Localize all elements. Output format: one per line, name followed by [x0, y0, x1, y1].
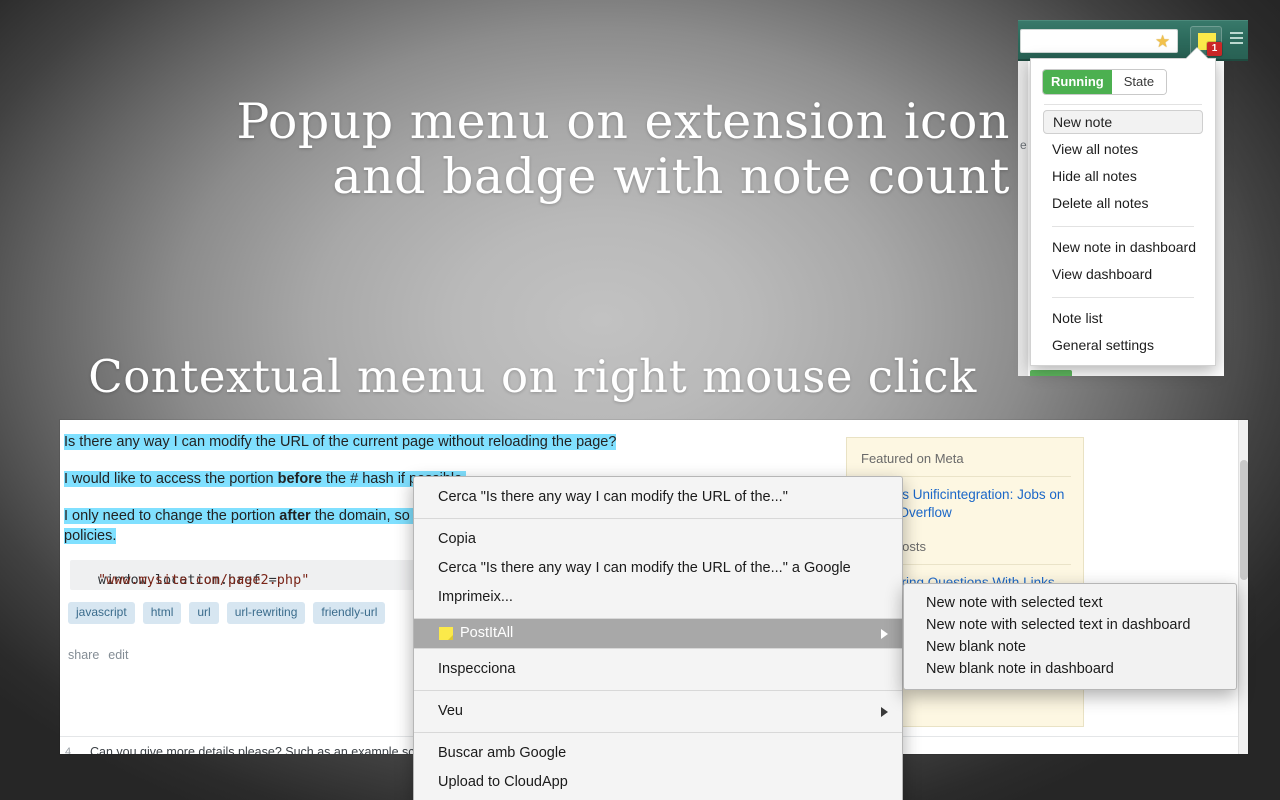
- code-string: "www.mysite.com/page2.php": [98, 572, 310, 588]
- comment-score: 4: [65, 746, 72, 754]
- context-item-postitall-label: PostItAll: [460, 625, 514, 641]
- sidebar-title-featured: Featured on Meta: [861, 451, 964, 466]
- question-text-3a: I only need to change the portion: [64, 508, 280, 524]
- note-count-badge: 1: [1207, 42, 1222, 56]
- question-text-2a: I would like to access the portion: [64, 471, 278, 487]
- popup-divider: [1044, 104, 1202, 105]
- question-text-3b: after: [279, 508, 311, 524]
- popup-arrow: [1186, 48, 1208, 59]
- chevron-right-icon: [881, 706, 888, 717]
- share-link[interactable]: share: [68, 648, 99, 662]
- state-label-button[interactable]: State: [1111, 70, 1167, 94]
- submenu-item-new-note-selected-text[interactable]: New note with selected text: [904, 592, 1236, 614]
- browser-toolbar: ★ 1: [1018, 20, 1248, 61]
- context-item-postitall[interactable]: PostItAll: [414, 619, 902, 648]
- context-menu: Cerca "Is there any way I can modify the…: [413, 476, 903, 800]
- chevron-right-icon: [881, 628, 888, 639]
- tag-list: javascript html url url-rewriting friend…: [68, 602, 386, 624]
- slide-heading-context: Contextual menu on right mouse click: [88, 350, 977, 403]
- context-item-search-selection[interactable]: Cerca "Is there any way I can modify the…: [414, 483, 902, 512]
- popup-new-note-button[interactable]: New note: [1043, 110, 1203, 134]
- popup-item-view-dashboard[interactable]: View dashboard: [1052, 266, 1152, 282]
- context-item-print[interactable]: Imprimeix...: [414, 583, 902, 612]
- scrollbar-thumb[interactable]: [1240, 460, 1248, 580]
- edit-link[interactable]: edit: [108, 648, 128, 662]
- submenu-item-new-blank-note-dashboard[interactable]: New blank note in dashboard: [904, 658, 1236, 680]
- question-line: policies.: [64, 527, 117, 546]
- star-icon[interactable]: ★: [1155, 33, 1170, 50]
- question-line: Is there any way I can modify the URL of…: [64, 433, 617, 452]
- context-menu-group: Inspecciona: [414, 649, 902, 690]
- context-menu-group: Copia Cerca "Is there any way I can modi…: [414, 519, 902, 618]
- popup-item-delete-all-notes[interactable]: Delete all notes: [1052, 195, 1149, 211]
- popup-item-general-settings[interactable]: General settings: [1052, 337, 1154, 353]
- popup-item-hide-all-notes[interactable]: Hide all notes: [1052, 168, 1137, 184]
- context-menu-group: Buscar amb Google Upload to CloudApp: [414, 733, 902, 800]
- hamburger-menu-icon[interactable]: [1230, 32, 1243, 44]
- popup-divider: [1052, 226, 1194, 227]
- page-partial-text: e: [1020, 138, 1027, 152]
- popup-item-new-note-dashboard[interactable]: New note in dashboard: [1052, 239, 1196, 255]
- context-item-upload-cloudapp[interactable]: Upload to CloudApp: [414, 768, 902, 797]
- submenu-item-new-note-selected-text-dashboard[interactable]: New note with selected text in dashboard: [904, 614, 1236, 636]
- tag-item[interactable]: javascript: [68, 602, 135, 624]
- page-green-button: [1030, 370, 1072, 376]
- context-item-copy[interactable]: Copia: [414, 525, 902, 554]
- context-item-search-google[interactable]: Cerca "Is there any way I can modify the…: [414, 554, 902, 583]
- popup-divider: [1052, 297, 1194, 298]
- context-item-speech-label: Veu: [438, 703, 463, 719]
- tag-item[interactable]: url: [189, 602, 219, 624]
- state-running-button[interactable]: Running: [1043, 70, 1112, 94]
- tag-item[interactable]: html: [142, 602, 182, 624]
- page-left-rail: [1018, 60, 1028, 376]
- state-toggle[interactable]: Running State: [1042, 69, 1168, 95]
- slide-heading-popup: Popup menu on extension icon and badge w…: [236, 93, 1010, 205]
- question-text-4: policies.: [64, 528, 117, 544]
- context-item-search-with-google[interactable]: Buscar amb Google: [414, 739, 902, 768]
- popup-item-view-all-notes[interactable]: View all notes: [1052, 141, 1138, 157]
- sticky-note-icon: [439, 627, 453, 640]
- context-item-speech[interactable]: Veu: [414, 697, 902, 726]
- tag-item[interactable]: url-rewriting: [226, 602, 306, 624]
- slide-canvas: Popup menu on extension icon and badge w…: [0, 0, 1280, 800]
- question-line: I would like to access the portion befor…: [64, 470, 467, 489]
- post-actions: share edit: [68, 648, 137, 662]
- tag-item[interactable]: friendly-url: [313, 602, 386, 624]
- page-scrollbar[interactable]: [1238, 420, 1248, 754]
- context-menu-group: Veu: [414, 691, 902, 732]
- question-text-2b: before: [277, 471, 322, 487]
- submenu-item-new-blank-note[interactable]: New blank note: [904, 636, 1236, 658]
- popup-item-note-list[interactable]: Note list: [1052, 310, 1103, 326]
- context-item-inspect[interactable]: Inspecciona: [414, 655, 902, 684]
- context-menu-group: Cerca "Is there any way I can modify the…: [414, 477, 902, 518]
- question-text-1: Is there any way I can modify the URL of…: [64, 434, 617, 450]
- context-submenu: New note with selected text New note wit…: [903, 583, 1237, 690]
- extension-popup: Running State New note View all notes Hi…: [1030, 58, 1216, 366]
